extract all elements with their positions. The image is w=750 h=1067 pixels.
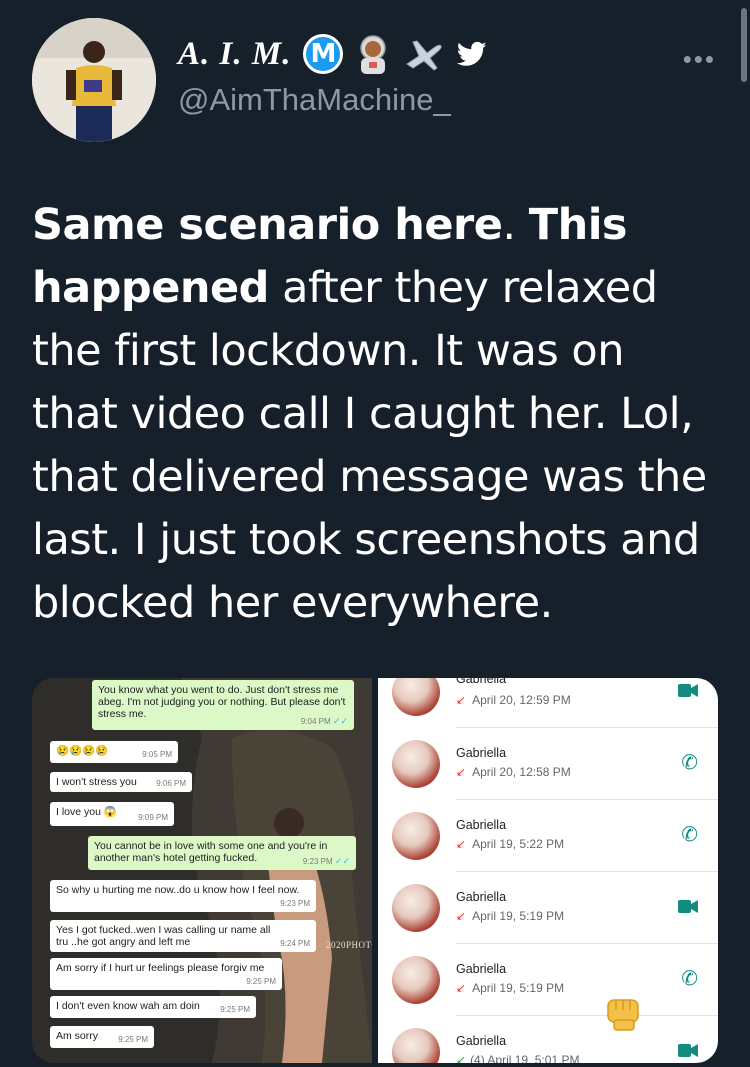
video-call-icon <box>678 684 698 697</box>
message-time: 9:23 PM <box>280 899 310 908</box>
video-call-icon <box>678 1044 698 1057</box>
call-log-row: Gabriella ↙ April 20, 12:58 PM ✆ <box>378 728 718 800</box>
missed-call-arrow-icon: ↙ <box>456 981 467 995</box>
missed-call-arrow-icon: ↙ <box>456 693 467 707</box>
message-time: 9:25 PM <box>220 1005 250 1014</box>
chat-message-received: I don't even know wah am doin 9:25 PM <box>50 996 256 1018</box>
contact-name: Gabriella <box>456 818 507 832</box>
tweet-text-part-1: . <box>502 200 529 250</box>
incoming-call-arrow-icon: ↙ <box>456 1053 467 1063</box>
message-text: Yes I got fucked..wen I was calling ur n… <box>56 924 271 948</box>
author-handle[interactable]: @AimThaMachine_ <box>178 82 451 118</box>
m-badge-icon: M <box>303 34 344 74</box>
missed-call-arrow-icon: ↙ <box>456 765 467 779</box>
read-ticks-icon: ✓✓ <box>334 856 350 866</box>
chat-message-received: I love you 😱 9:09 PM <box>50 802 174 826</box>
message-time: 9:25 PM <box>246 977 276 986</box>
message-text: I won't stress you <box>56 776 137 788</box>
message-time: 9:25 PM <box>118 1035 148 1044</box>
call-info: ↙ April 20, 12:58 PM <box>456 765 571 779</box>
message-text: I don't even know wah am doin <box>56 1000 200 1012</box>
message-time: 9:04 PM ✓✓ <box>300 716 348 726</box>
avatar[interactable] <box>32 18 156 142</box>
chat-message-sent: You know what you went to do. Just don't… <box>92 680 354 730</box>
missed-call-arrow-icon: ↙ <box>456 909 467 923</box>
contact-name: Gabriella <box>456 962 507 976</box>
chat-screenshot-image[interactable]: You know what you went to do. Just don't… <box>32 678 372 1063</box>
message-time: 9:09 PM <box>138 813 168 822</box>
contact-avatar <box>392 884 440 932</box>
call-log-screenshot-image[interactable]: Gabriella ↙ April 20, 12:59 PM Gabriella … <box>378 678 718 1063</box>
more-options-button[interactable]: ••• <box>683 44 716 75</box>
raised-fist-emoji-icon <box>607 999 639 1031</box>
call-log-row: Gabriella ↙ (4) April 19, 5:01 PM <box>378 1016 718 1063</box>
message-text: Am sorry if I hurt ur feelings please fo… <box>56 962 265 974</box>
call-log-row: Gabriella ↙ April 20, 12:59 PM <box>378 678 718 728</box>
tweet-text-part-2: after they relaxed the first lockdown. I… <box>32 263 707 628</box>
message-time: 9:05 PM <box>142 750 172 759</box>
tweet-text-bold-1: Same scenario here <box>32 200 503 250</box>
contact-avatar <box>392 956 440 1004</box>
call-log-row: Gabriella ↙ April 19, 5:19 PM ✆ <box>378 944 718 1016</box>
airplane-emoji-icon <box>406 40 443 71</box>
read-ticks-icon: ✓✓ <box>332 716 348 726</box>
call-log-row: Gabriella ↙ April 19, 5:22 PM ✆ <box>378 800 718 872</box>
contact-avatar <box>392 678 440 716</box>
author-name-row[interactable]: A. I. M. M <box>178 34 489 74</box>
chat-message-received: I won't stress you 9:06 PM <box>50 772 192 792</box>
contact-name: Gabriella <box>456 1034 507 1048</box>
contact-avatar <box>392 812 440 860</box>
call-info: ↙ April 19, 5:22 PM <box>456 837 565 851</box>
message-time: 9:06 PM <box>156 779 186 788</box>
call-info: ↙ April 19, 5:19 PM <box>456 909 565 923</box>
contact-name: Gabriella <box>456 746 507 760</box>
voice-call-icon: ✆ <box>681 752 698 774</box>
call-info: ↙ April 20, 12:59 PM <box>456 693 571 707</box>
message-text: 😢😢😢😢 <box>56 745 109 757</box>
call-info: ↙ (4) April 19, 5:01 PM <box>456 1053 579 1063</box>
call-log-row: Gabriella ↙ April 19, 5:19 PM <box>378 872 718 944</box>
avatar-photo <box>32 18 156 142</box>
chat-message-received: Am sorry 9:25 PM <box>50 1026 154 1048</box>
message-text: So why u hurting me now..do u know how I… <box>56 884 300 896</box>
chat-message-sent: You cannot be in love with some one and … <box>88 836 356 870</box>
author-display-name[interactable]: A. I. M. <box>178 36 291 73</box>
voice-call-icon: ✆ <box>681 968 698 990</box>
contact-avatar <box>392 740 440 788</box>
twitter-bird-icon <box>457 41 487 66</box>
video-call-icon <box>678 900 698 913</box>
missed-call-arrow-icon: ↙ <box>456 837 467 851</box>
message-text: You cannot be in love with some one and … <box>94 840 328 864</box>
message-text: Am sorry <box>56 1030 98 1042</box>
message-text: I love you 😱 <box>56 806 117 818</box>
contact-name: Gabriella <box>456 890 507 904</box>
call-info: ↙ April 19, 5:19 PM <box>456 981 565 995</box>
tweet-text: Same scenario here. This happened after … <box>32 194 722 635</box>
voice-call-icon: ✆ <box>681 824 698 846</box>
chat-message-received: 😢😢😢😢 9:05 PM <box>50 741 178 763</box>
chat-message-received: Am sorry if I hurt ur feelings please fo… <box>50 958 282 990</box>
tweet-media[interactable]: You know what you went to do. Just don't… <box>32 678 718 1063</box>
scrollbar[interactable] <box>741 8 747 82</box>
message-time: 9:24 PM <box>280 939 310 948</box>
contact-avatar <box>392 1028 440 1063</box>
contact-name: Gabriella <box>456 678 507 686</box>
message-time: 9:23 PM ✓✓ <box>302 856 350 866</box>
chat-message-received: So why u hurting me now..do u know how I… <box>50 880 316 912</box>
chat-message-received: Yes I got fucked..wen I was calling ur n… <box>50 920 316 952</box>
astronaut-emoji-icon <box>360 35 387 74</box>
watermark: 2020PHOTO <box>326 940 372 950</box>
